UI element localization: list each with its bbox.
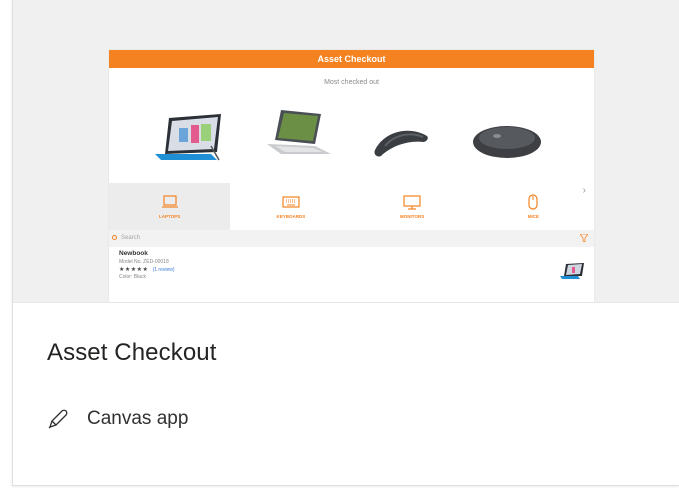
mouse-image — [473, 126, 541, 158]
arc-mouse-image — [374, 130, 428, 157]
category-label: MONITORS — [400, 214, 425, 219]
category-mice: MICE — [473, 183, 594, 230]
search-icon — [112, 235, 117, 240]
preview-search: Search — [109, 230, 594, 247]
preview-subtitle: Most checked out — [324, 79, 379, 86]
category-laptops: LAPTOPS — [109, 183, 231, 230]
app-card[interactable]: Asset Checkout Most checked out › LAPTOP… — [12, 0, 679, 486]
item-rating: ★★★★★ (1 review) — [119, 266, 594, 273]
category-monitors: MONITORS — [352, 183, 473, 230]
category-label: LAPTOPS — [159, 214, 181, 219]
laptop-image — [267, 110, 331, 154]
item-thumbnail-image — [560, 263, 584, 279]
app-thumbnail: Asset Checkout Most checked out › LAPTOP… — [13, 0, 679, 303]
app-title[interactable]: Asset Checkout — [47, 339, 216, 367]
preview-header: Asset Checkout — [109, 50, 594, 68]
item-reviews: (1 review) — [152, 267, 175, 273]
laptop-icon — [161, 195, 178, 208]
star-icons: ★★★★★ — [119, 267, 149, 273]
monitor-icon — [403, 195, 421, 210]
search-placeholder: Search — [121, 235, 141, 241]
keyboard-icon — [282, 196, 300, 208]
surface-tablet-image — [155, 114, 221, 161]
item-model: Model No. ZED-00018 — [119, 259, 169, 265]
pen-icon — [48, 409, 68, 429]
mouse-icon — [528, 194, 538, 210]
item-name: Newbook — [119, 250, 148, 257]
app-preview: Asset Checkout Most checked out › LAPTOP… — [109, 50, 594, 302]
filter-icon — [580, 234, 588, 242]
category-label: KEYBOARDS — [276, 214, 306, 219]
category-keyboards: KEYBOARDS — [230, 183, 351, 230]
category-label: MICE — [527, 214, 539, 219]
app-type-row: Canvas app — [47, 404, 188, 434]
app-type-label: Canvas app — [87, 408, 189, 429]
item-color: Color: Black — [119, 274, 146, 280]
list-item: Newbook Model No. ZED-00018 ★★★★★ (1 rev… — [119, 250, 594, 302]
category-bar: LAPTOPS KEYBOARDS MONITORS MICE — [109, 183, 594, 230]
